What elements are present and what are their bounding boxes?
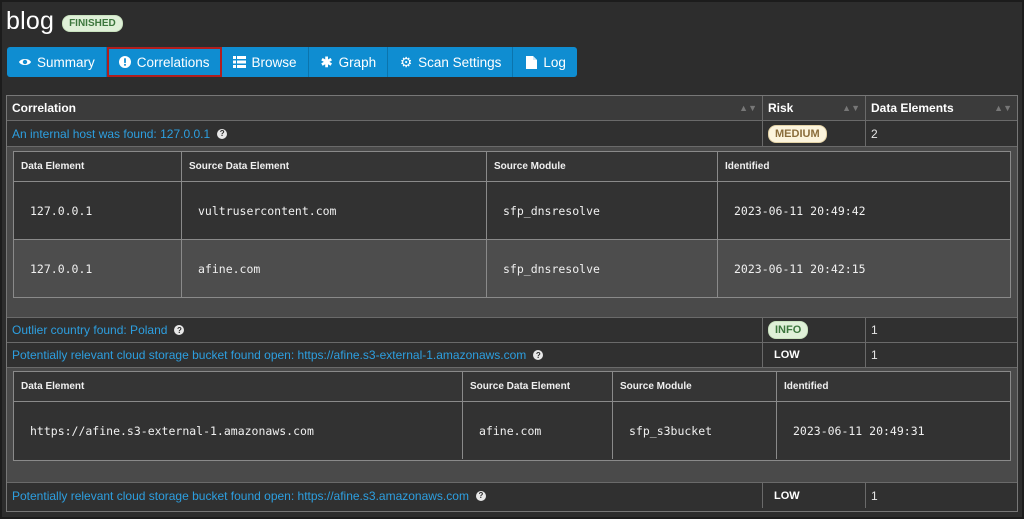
risk-badge: INFO (768, 321, 809, 339)
tab-label: Graph (338, 54, 377, 70)
correlation-details: Data Element Source Data Element Source … (7, 368, 1017, 483)
tab-correlations[interactable]: Correlations (106, 47, 222, 77)
details-table: Data Element Source Data Element Source … (13, 371, 1011, 461)
column-header-correlation[interactable]: Correlation ▲▼ (7, 96, 763, 120)
risk-badge: LOW (774, 489, 800, 502)
tab-summary[interactable]: Summary (7, 47, 107, 77)
details-header: Data Element Source Data Element Source … (14, 152, 1010, 182)
table-header: Correlation ▲▼ Risk ▲▼ Data Elements ▲▼ (7, 96, 1017, 121)
table-row[interactable]: Potentially relevant cloud storage bucke… (7, 483, 1017, 508)
correlation-link[interactable]: An internal host was found: 127.0.0.1 (12, 127, 210, 141)
data-elements-count: 1 (871, 323, 878, 337)
column-header-data-elements[interactable]: Data Elements ▲▼ (866, 96, 1017, 120)
file-icon (524, 55, 538, 69)
eye-icon (18, 55, 32, 69)
correlations-table: Correlation ▲▼ Risk ▲▼ Data Elements ▲▼ … (6, 95, 1018, 512)
list-icon (233, 55, 247, 69)
question-icon[interactable]: ? (174, 325, 185, 335)
correlation-link[interactable]: Potentially relevant cloud storage bucke… (12, 348, 526, 362)
table-row[interactable]: 127.0.0.1 afine.com sfp_dnsresolve 2023-… (14, 240, 1010, 297)
tab-log[interactable]: Log (513, 47, 577, 77)
data-elements-count: 1 (871, 348, 878, 362)
sort-icon: ▲▼ (994, 103, 1012, 113)
table-row[interactable]: https://afine.s3-external-1.amazonaws.co… (14, 402, 1010, 459)
exclamation-circle-icon (118, 55, 132, 69)
details-header: Data Element Source Data Element Source … (14, 372, 1010, 402)
tab-graph[interactable]: ✱ Graph (308, 47, 389, 77)
correlation-details: Data Element Source Data Element Source … (7, 147, 1017, 318)
status-badge: FINISHED (62, 14, 123, 32)
table-row[interactable]: Outlier country found: Poland ? INFO 1 (7, 318, 1017, 343)
sort-icon: ▲▼ (739, 103, 757, 113)
tab-label: Scan Settings (418, 54, 502, 70)
tab-label: Browse (251, 54, 297, 70)
scan-title: blog (6, 6, 55, 35)
column-header-risk[interactable]: Risk ▲▼ (763, 96, 866, 120)
asterisk-icon: ✱ (320, 53, 333, 70)
risk-badge: MEDIUM (768, 124, 827, 143)
data-elements-count: 2 (871, 126, 878, 141)
sort-icon: ▲▼ (842, 103, 860, 113)
table-row[interactable]: Potentially relevant cloud storage bucke… (7, 343, 1017, 368)
tab-bar: Summary Correlations Browse ✱ Graph ⚙ Sc… (7, 47, 577, 77)
table-row[interactable]: 127.0.0.1 vultrusercontent.com sfp_dnsre… (14, 182, 1010, 240)
question-icon[interactable]: ? (533, 350, 544, 360)
tab-label: Log (543, 54, 566, 70)
correlation-link[interactable]: Outlier country found: Poland (12, 323, 167, 337)
data-elements-count: 1 (871, 488, 878, 503)
correlation-link[interactable]: Potentially relevant cloud storage bucke… (12, 489, 469, 503)
tab-label: Correlations (136, 54, 210, 70)
risk-badge: LOW (774, 349, 800, 361)
table-row[interactable]: An internal host was found: 127.0.0.1 ? … (7, 121, 1017, 147)
scan-header: blog FINISHED (6, 4, 123, 38)
question-icon[interactable]: ? (475, 490, 486, 501)
tab-label: Summary (37, 54, 95, 70)
tab-browse[interactable]: Browse (221, 47, 309, 77)
gear-icon: ⚙ (399, 53, 413, 70)
tab-scan-settings[interactable]: ⚙ Scan Settings (388, 47, 514, 77)
details-table: Data Element Source Data Element Source … (13, 151, 1011, 298)
question-icon[interactable]: ? (217, 128, 228, 139)
